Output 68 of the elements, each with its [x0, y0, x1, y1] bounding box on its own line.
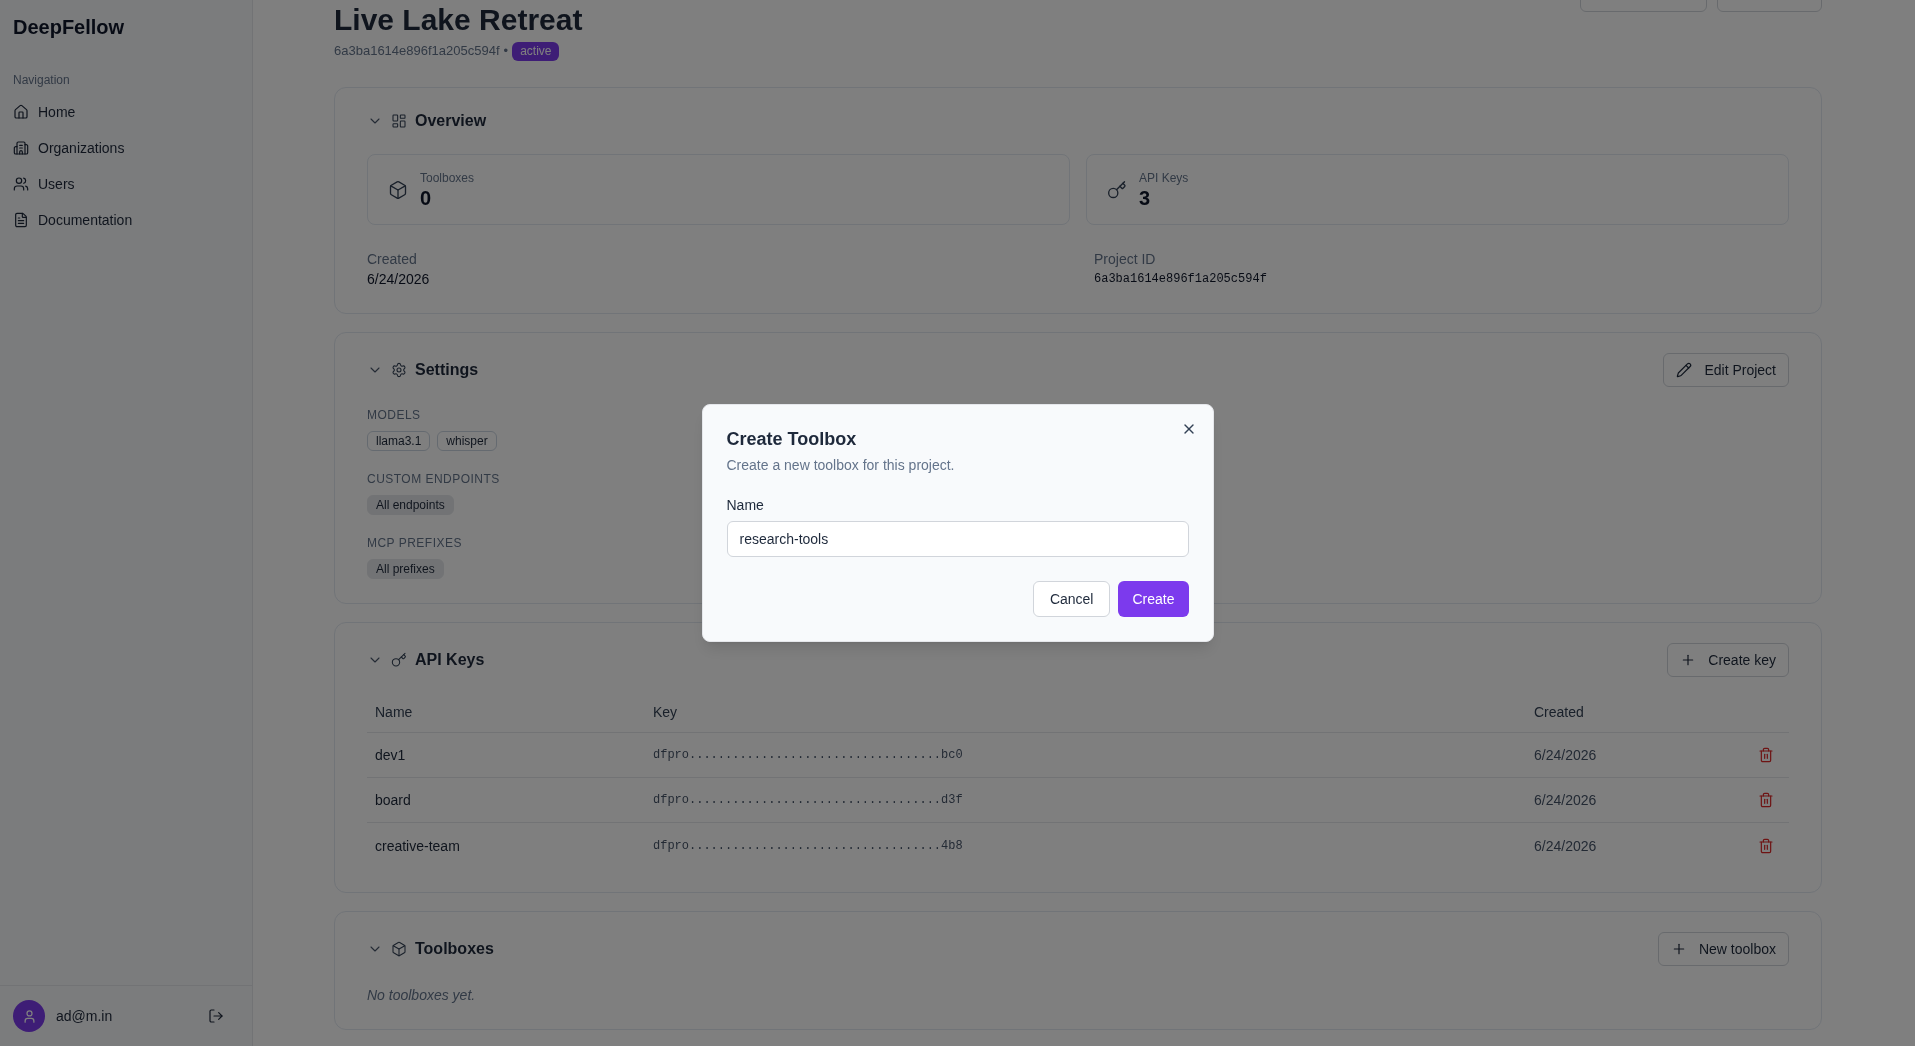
settings-icon: [391, 362, 407, 378]
page-title: Live Lake Retreat: [334, 2, 583, 38]
table-cell-text: board: [374, 791, 412, 810]
section-title: Toolboxes: [415, 939, 494, 959]
table-cell-text: 6/24/2026: [1533, 836, 1598, 856]
building-icon: [13, 140, 29, 156]
stat-label: API Keys: [1139, 169, 1189, 186]
stat-label: Toolboxes: [420, 169, 475, 186]
nav-item[interactable]: Home: [5, 94, 247, 130]
setting-tag: All endpoints: [367, 495, 454, 515]
setting-tag: whisper: [437, 431, 497, 451]
column-header: Name: [374, 702, 414, 722]
nav-item[interactable]: Users: [5, 166, 247, 202]
column-header: Created: [1533, 702, 1585, 722]
group-label: MCP PREFIXES: [367, 535, 462, 551]
dialog-title: Create Toolbox: [726, 428, 857, 451]
field-label: Project ID: [1094, 250, 1156, 269]
section-title: Settings: [415, 360, 479, 380]
table-cell-text: creative-team: [374, 836, 461, 856]
dashboard-icon: [391, 113, 407, 129]
nav-section-label: Navigation: [13, 72, 70, 88]
table-cell-text: 6/24/2026: [1533, 791, 1598, 810]
user-avatar-icon: [13, 1000, 45, 1032]
section-title: Overview: [415, 111, 487, 131]
create-button[interactable]: Create: [1118, 581, 1189, 617]
create-key-button[interactable]: Create key: [1667, 643, 1789, 677]
table-cell-text: dfpro...................................bc0: [652, 747, 964, 763]
nav-item[interactable]: Documentation: [5, 202, 247, 238]
logout-icon: [208, 1008, 224, 1024]
key-icon: [1107, 179, 1127, 200]
status-badge: active: [512, 41, 560, 61]
trash-icon: [1758, 837, 1774, 854]
setting-tag: llama3.1: [367, 431, 431, 451]
separator-dot: •: [503, 42, 509, 61]
users-icon: [13, 176, 29, 192]
field-label: Name: [726, 496, 764, 515]
group-label: MODELS: [367, 407, 421, 423]
project-id: 6a3ba1614e896f1a205c594f: [334, 42, 500, 61]
document-icon: [13, 212, 29, 228]
trash-icon: [1758, 792, 1774, 808]
section-title: API Keys: [415, 650, 485, 670]
group-label: CUSTOM ENDPOINTS: [367, 471, 500, 487]
stat-value: 3: [1139, 185, 1151, 210]
field-label: Created: [367, 250, 417, 269]
name-input[interactable]: research-tools: [726, 521, 1189, 557]
new-toolbox-button[interactable]: New toolbox: [1657, 932, 1789, 966]
dialog-description: Create a new toolbox for this project.: [726, 456, 955, 475]
key-icon: [391, 652, 407, 668]
column-header: Key: [652, 702, 679, 722]
house-icon: [13, 104, 29, 120]
brand-name: DeepFellow: [13, 15, 125, 40]
table-cell-text: 6/24/2026: [1533, 746, 1598, 765]
trash-icon: [1758, 747, 1774, 763]
nav-item[interactable]: Organizations: [5, 130, 247, 166]
empty-message: No toolboxes yet.: [367, 986, 476, 1005]
table-cell-text: dev1: [374, 746, 407, 765]
cancel-button[interactable]: Cancel: [1032, 581, 1111, 617]
pencil-icon: [1676, 362, 1693, 378]
cube-icon: [391, 941, 407, 957]
table-cell-text: dfpro...................................4b8: [652, 837, 964, 854]
field-value: 6/24/2026: [367, 270, 430, 289]
edit-project-button[interactable]: Edit Project: [1663, 353, 1789, 387]
cube-icon: [388, 179, 408, 200]
stat-value: 0: [420, 185, 432, 210]
user-email: ad@m.in: [56, 1007, 113, 1026]
setting-tag: All prefixes: [367, 559, 444, 579]
table-cell-text: dfpro...................................d3f: [652, 792, 964, 808]
field-value: 6a3ba1614e896f1a205c594f: [1094, 271, 1267, 288]
